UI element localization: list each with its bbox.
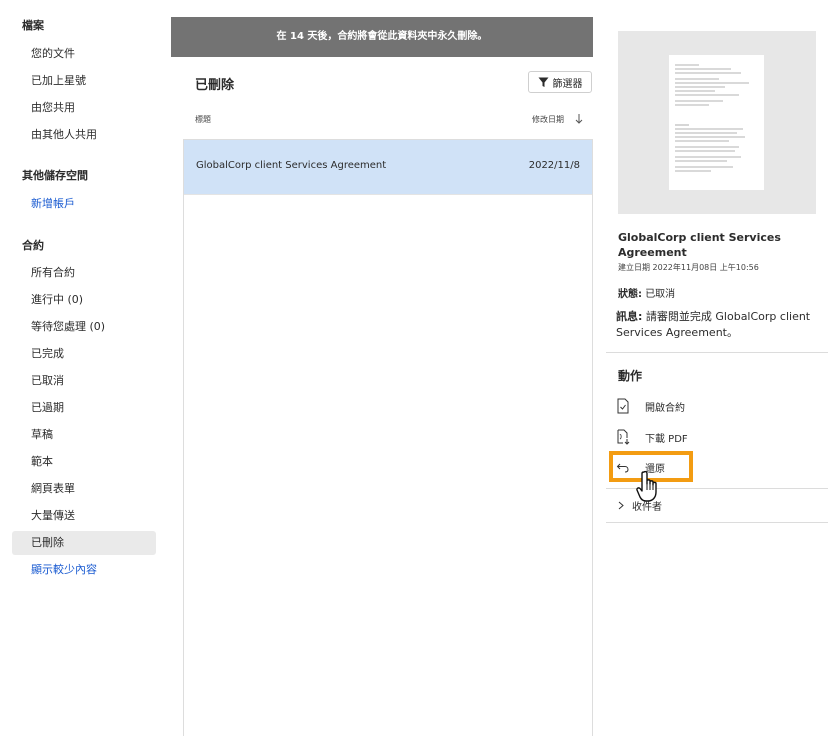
agreement-title: GlobalCorp client Services Agreement: [618, 231, 781, 259]
sidebar-item-all[interactable]: 所有合約: [12, 261, 156, 285]
filter-button[interactable]: 篩選器: [528, 71, 592, 93]
chevron-right-icon: [618, 501, 624, 510]
download-pdf-label: 下載 PDF: [645, 433, 688, 445]
message-line: 訊息: 請審閱並完成 GlobalCorp client Services Ag…: [616, 309, 816, 341]
download-pdf-action[interactable]: 下載 PDF: [616, 427, 688, 447]
hand-cursor-icon: [636, 470, 657, 502]
show-less-link[interactable]: 顯示較少內容: [12, 558, 156, 582]
table-row[interactable]: GlobalCorp client Services Agreement 202…: [184, 140, 592, 194]
message-value: 請審閱並完成 GlobalCorp client Services Agreem…: [616, 310, 811, 339]
message-label: 訊息:: [616, 310, 643, 323]
column-header-modified[interactable]: 修改日期: [532, 114, 564, 125]
status-label: 狀態:: [618, 289, 642, 300]
created-date: 建立日期 2022年11月08日 上午10:56: [618, 263, 759, 272]
list-title: 已刪除: [195, 78, 235, 93]
open-agreement-action[interactable]: 開啟合約: [616, 396, 685, 416]
sidebar-item-deleted[interactable]: 已刪除: [12, 531, 156, 555]
row-title: GlobalCorp client Services Agreement: [196, 160, 387, 171]
sidebar-item-your-files[interactable]: 您的文件: [12, 42, 156, 66]
sidebar: 檔案 您的文件 已加上星號 由您共用 由其他人共用 其他儲存空間 新增帳戶 合約…: [0, 0, 170, 736]
sidebar-item-cancelled[interactable]: 已取消: [12, 369, 156, 393]
actions-title: 動作: [618, 369, 643, 383]
divider: [606, 522, 828, 523]
deletion-notice-banner: 在 14 天後，合約將會從此資料夾中永久刪除。: [171, 17, 593, 57]
document-thumbnail: [669, 55, 764, 190]
sidebar-item-shared-by-you[interactable]: 由您共用: [12, 96, 156, 120]
open-agreement-label: 開啟合約: [645, 402, 685, 414]
sidebar-item-web-forms[interactable]: 網頁表單: [12, 477, 156, 501]
add-account-link[interactable]: 新增帳戶: [12, 192, 156, 216]
divider: [606, 352, 828, 353]
files-header: 檔案: [22, 19, 44, 32]
storage-header: 其他儲存空間: [22, 169, 88, 182]
sidebar-item-templates[interactable]: 範本: [12, 450, 156, 474]
sidebar-item-expired[interactable]: 已過期: [12, 396, 156, 420]
row-date: 2022/11/8: [528, 160, 580, 171]
column-header-title[interactable]: 標題: [195, 114, 211, 125]
sidebar-item-in-progress[interactable]: 進行中 (0): [12, 288, 156, 312]
filter-label: 篩選器: [552, 78, 583, 90]
sidebar-item-completed[interactable]: 已完成: [12, 342, 156, 366]
row-divider: [184, 194, 592, 195]
filter-icon: [538, 77, 548, 87]
agreements-header: 合約: [22, 239, 44, 252]
status-line: 狀態: 已取消: [618, 285, 675, 300]
sidebar-item-waiting[interactable]: 等待您處理 (0): [12, 315, 156, 339]
agreement-list: [183, 139, 593, 736]
status-value: 已取消: [645, 289, 676, 300]
document-check-icon: [617, 398, 629, 414]
sort-descending-icon[interactable]: [574, 113, 584, 125]
sidebar-item-shared-with-you[interactable]: 由其他人共用: [12, 123, 156, 147]
sidebar-item-bulk-send[interactable]: 大量傳送: [12, 504, 156, 528]
pdf-download-icon: [617, 429, 630, 445]
sidebar-item-starred[interactable]: 已加上星號: [12, 69, 156, 93]
sidebar-item-drafts[interactable]: 草稿: [12, 423, 156, 447]
document-preview: [618, 31, 816, 214]
